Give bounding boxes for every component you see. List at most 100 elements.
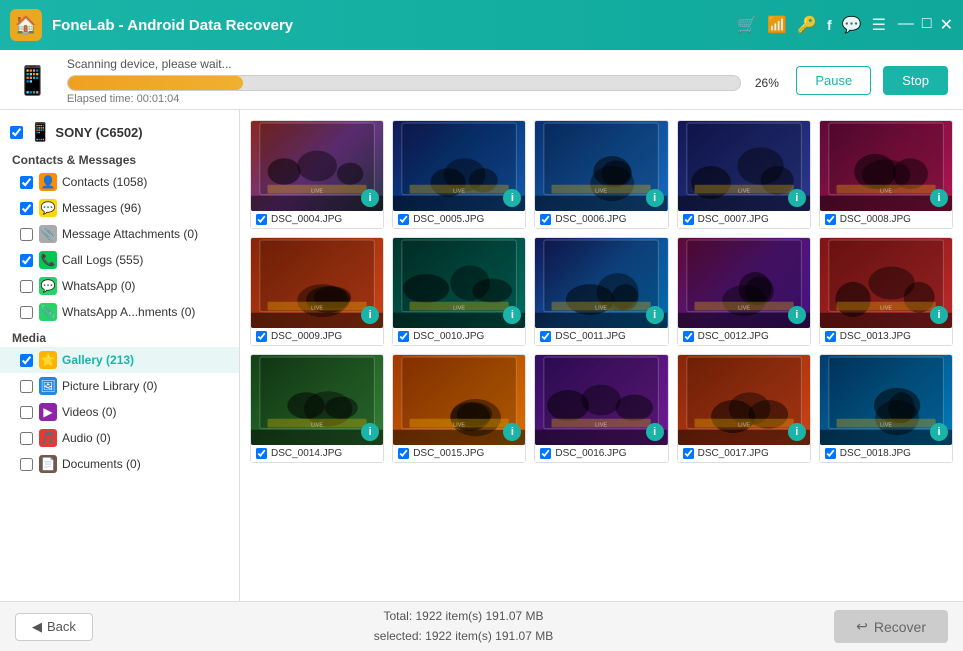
photo-checkbox[interactable] [540,214,551,225]
photo-label: DSC_0009.JPG [251,328,383,345]
piclibrary-icon: 🖼 [39,377,57,395]
total-count-label: Total: 1922 item(s) 191.07 MB [93,607,834,626]
gallery-checkbox[interactable] [20,354,33,367]
svg-text:LIVE: LIVE [453,188,465,194]
photo-checkbox[interactable] [256,448,267,459]
back-label: Back [47,619,76,634]
sidebar-item-whatsapp[interactable]: 💬 WhatsApp (0) [0,273,239,299]
photo-checkbox[interactable] [540,331,551,342]
photo-checkbox[interactable] [683,331,694,342]
sidebar-item-audio[interactable]: 🎵 Audio (0) [0,425,239,451]
photo-item: LIVE i DSC_0016.JPG [534,354,668,463]
info-badge[interactable]: i [930,423,948,441]
cart-icon[interactable]: 🛒 [737,15,757,35]
photo-name: DSC_0017.JPG [698,448,769,459]
documents-checkbox[interactable] [20,458,33,471]
sidebar-item-msgatt[interactable]: 📎 Message Attachments (0) [0,221,239,247]
maximize-button[interactable]: □ [922,15,932,35]
calllogs-checkbox[interactable] [20,254,33,267]
messages-checkbox[interactable] [20,202,33,215]
piclibrary-checkbox[interactable] [20,380,33,393]
photo-label: DSC_0016.JPG [535,445,667,462]
chat-icon[interactable]: 💬 [842,15,862,35]
photo-label: DSC_0015.JPG [393,445,525,462]
photo-item: LIVE i DSC_0004.JPG [250,120,384,229]
info-badge[interactable]: i [788,189,806,207]
progress-wrap: 26% [67,75,785,91]
photo-thumbnail: LIVE i [251,121,383,211]
photo-checkbox[interactable] [825,331,836,342]
photo-checkbox[interactable] [256,331,267,342]
photo-name: DSC_0014.JPG [271,448,342,459]
photo-label: DSC_0005.JPG [393,211,525,228]
info-badge[interactable]: i [646,189,664,207]
photo-name: DSC_0008.JPG [840,214,911,225]
sidebar-item-messages[interactable]: 💬 Messages (96) [0,195,239,221]
info-badge[interactable]: i [788,306,806,324]
photo-checkbox[interactable] [398,331,409,342]
photo-label: DSC_0008.JPG [820,211,952,228]
audio-checkbox[interactable] [20,432,33,445]
device-phone-icon: 📱 [29,122,51,143]
photo-thumbnail: LIVE i [678,238,810,328]
whatsapp-icon: 💬 [39,277,57,295]
svg-text:LIVE: LIVE [738,305,750,311]
photo-checkbox[interactable] [540,448,551,459]
msgatt-checkbox[interactable] [20,228,33,241]
info-badge[interactable]: i [930,189,948,207]
device-name: SONY (C6502) [55,125,142,140]
sidebar-item-whatsappatt[interactable]: 📎 WhatsApp A...hments (0) [0,299,239,325]
photo-thumbnail: LIVE i [535,121,667,211]
photo-thumbnail: LIVE i [678,121,810,211]
info-badge[interactable]: i [646,306,664,324]
photo-label: DSC_0014.JPG [251,445,383,462]
photo-checkbox[interactable] [683,448,694,459]
photo-label: DSC_0006.JPG [535,211,667,228]
info-badge[interactable]: i [930,306,948,324]
recover-icon: ↩ [856,618,868,635]
photo-checkbox[interactable] [398,448,409,459]
sidebar-item-contacts[interactable]: 👤 Contacts (1058) [0,169,239,195]
photo-checkbox[interactable] [256,214,267,225]
videos-checkbox[interactable] [20,406,33,419]
scan-info: Scanning device, please wait... 26% Elap… [67,57,785,105]
recover-label: Recover [874,619,926,635]
bottom-bar: ◀ Back Total: 1922 item(s) 191.07 MB sel… [0,601,963,651]
photo-thumbnail: LIVE i [820,121,952,211]
recover-button[interactable]: ↩ Recover [834,610,948,643]
sidebar-item-gallery[interactable]: ⭐ Gallery (213) [0,347,239,373]
photo-thumbnail: LIVE i [393,121,525,211]
device-checkbox[interactable] [10,126,23,139]
photo-checkbox[interactable] [398,214,409,225]
app-logo: 🏠 [10,9,42,41]
back-button[interactable]: ◀ Back [15,613,93,641]
wifi-icon[interactable]: 📶 [767,15,787,35]
whatsapp-checkbox[interactable] [20,280,33,293]
contacts-checkbox[interactable] [20,176,33,189]
photo-label: DSC_0017.JPG [678,445,810,462]
audio-label: Audio (0) [62,431,111,445]
sidebar-item-videos[interactable]: ▶ Videos (0) [0,399,239,425]
svg-text:LIVE: LIVE [738,188,750,194]
photo-checkbox[interactable] [825,448,836,459]
photo-checkbox[interactable] [825,214,836,225]
info-badge[interactable]: i [646,423,664,441]
sidebar-item-documents[interactable]: 📄 Documents (0) [0,451,239,477]
info-badge[interactable]: i [788,423,806,441]
photo-name: DSC_0015.JPG [413,448,484,459]
whatsappatt-checkbox[interactable] [20,306,33,319]
window-controls: — □ ✕ [898,15,953,35]
stop-button[interactable]: Stop [883,66,948,95]
contacts-label: Contacts (1058) [62,175,147,189]
close-button[interactable]: ✕ [940,15,953,35]
menu-icon[interactable]: ☰ [872,15,886,35]
calllogs-label: Call Logs (555) [62,253,143,267]
key-icon[interactable]: 🔑 [797,15,817,35]
facebook-icon[interactable]: f [827,17,832,33]
pause-button[interactable]: Pause [796,66,871,95]
sidebar-item-calllogs[interactable]: 📞 Call Logs (555) [0,247,239,273]
sidebar-item-piclibrary[interactable]: 🖼 Picture Library (0) [0,373,239,399]
photo-item: LIVE i DSC_0008.JPG [819,120,953,229]
photo-checkbox[interactable] [683,214,694,225]
minimize-button[interactable]: — [898,15,914,35]
